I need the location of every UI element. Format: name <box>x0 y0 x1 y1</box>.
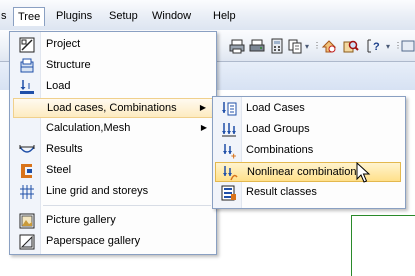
load-cases-icon <box>221 101 237 117</box>
menu-separator <box>43 205 211 206</box>
nonlinear-combinations-icon <box>222 165 238 181</box>
toolbar-overflow-chevron-icon[interactable]: ▾ <box>305 42 309 51</box>
submenu-arrow-icon: ▶ <box>199 103 206 112</box>
menu-bar: s Tree Plugins Setup Window Help <box>0 0 415 31</box>
submenu-item-label: Nonlinear combinations <box>247 166 362 178</box>
drawing-outline <box>351 215 415 276</box>
menu-item-load-cases-combinations[interactable]: Load cases, Combinations ▶ <box>13 98 213 118</box>
submenu-item-label: Load Groups <box>246 123 310 135</box>
menu-item-load[interactable]: Load <box>13 77 213 97</box>
mouse-cursor-icon <box>356 161 372 184</box>
menu-item-label: Structure <box>46 59 91 71</box>
goto-icon[interactable] <box>320 38 338 54</box>
menu-setup[interactable]: Setup <box>105 8 142 24</box>
print-icon[interactable] <box>228 38 246 54</box>
menu-item-label: Load cases, Combinations <box>47 102 177 114</box>
picture-gallery-icon <box>19 213 35 229</box>
menu-plugins[interactable]: Plugins <box>52 8 96 24</box>
submenu-item-label: Load Cases <box>246 102 305 114</box>
project-icon <box>19 37 35 53</box>
submenu-item-label: Result classes <box>246 186 317 198</box>
menu-item-structure[interactable]: Structure <box>13 56 213 76</box>
menu-item-label: Results <box>46 143 83 155</box>
menu-item-label: Paperspace gallery <box>46 235 141 247</box>
submenu-item-combinations[interactable]: + Combinations <box>215 141 401 161</box>
menu-item-picture-gallery[interactable]: Picture gallery <box>13 211 213 231</box>
menu-item-paperspace-gallery[interactable]: Paperspace gallery <box>13 232 213 252</box>
menu-item-line-grid-storeys[interactable]: Line grid and storeys <box>13 182 213 202</box>
menu-item-label: Steel <box>46 164 72 176</box>
results-icon <box>19 142 35 158</box>
toolbar-overflow-chevron-icon-2[interactable]: ▾ <box>386 42 390 51</box>
submenu-item-load-groups[interactable]: Load Groups <box>215 120 401 140</box>
menu-item-label: Picture gallery <box>46 214 116 226</box>
menu-item-project[interactable]: Project <box>13 35 213 55</box>
menu-item-label: Line grid and storeys <box>46 185 149 197</box>
combinations-icon: + <box>221 143 237 159</box>
menu-item-results[interactable]: Results <box>13 140 213 160</box>
menu-item-calculation-mesh[interactable]: Calculation,Mesh ▶ <box>13 119 213 139</box>
load-icon <box>19 79 35 95</box>
search-icon[interactable] <box>342 38 360 54</box>
submenu-item-label: Combinations <box>246 144 314 156</box>
menu-item-label: Calculation,Mesh <box>46 122 131 134</box>
copy-icon[interactable] <box>286 38 304 54</box>
submenu-arrow-icon: ▶ <box>200 123 207 132</box>
menu-file-edge[interactable]: s <box>0 8 11 24</box>
menu-window[interactable]: Window <box>148 8 195 24</box>
calculator-icon[interactable] <box>268 38 286 54</box>
menu-item-steel[interactable]: Steel <box>13 161 213 181</box>
menu-item-label: Load <box>46 80 71 92</box>
toolbar-partial-icon[interactable] <box>400 38 415 54</box>
menu-item-label: Project <box>46 38 81 50</box>
submenu-item-result-classes[interactable]: Result classes <box>215 183 401 203</box>
menu-help[interactable]: Help <box>209 8 240 24</box>
printer-setup-icon[interactable] <box>248 38 266 54</box>
svg-text:+: + <box>231 151 236 159</box>
submenu-item-load-cases[interactable]: Load Cases <box>215 99 401 119</box>
svg-text:?: ? <box>373 41 380 53</box>
tree-menu: Project Structure Load Load cases, Combi… <box>9 31 217 255</box>
menu-tree[interactable]: Tree <box>13 7 46 26</box>
load-groups-icon <box>221 122 237 138</box>
result-classes-icon <box>221 185 237 201</box>
structure-icon <box>19 58 35 74</box>
paperspace-icon <box>19 234 35 250</box>
help-icon[interactable]: ? <box>364 38 382 54</box>
steel-icon <box>19 163 35 179</box>
grid-icon <box>19 184 35 200</box>
submenu-item-nonlinear-combinations[interactable]: Nonlinear combinations <box>215 162 401 182</box>
load-cases-submenu: Load Cases Load Groups + Combinations No… <box>212 96 406 209</box>
